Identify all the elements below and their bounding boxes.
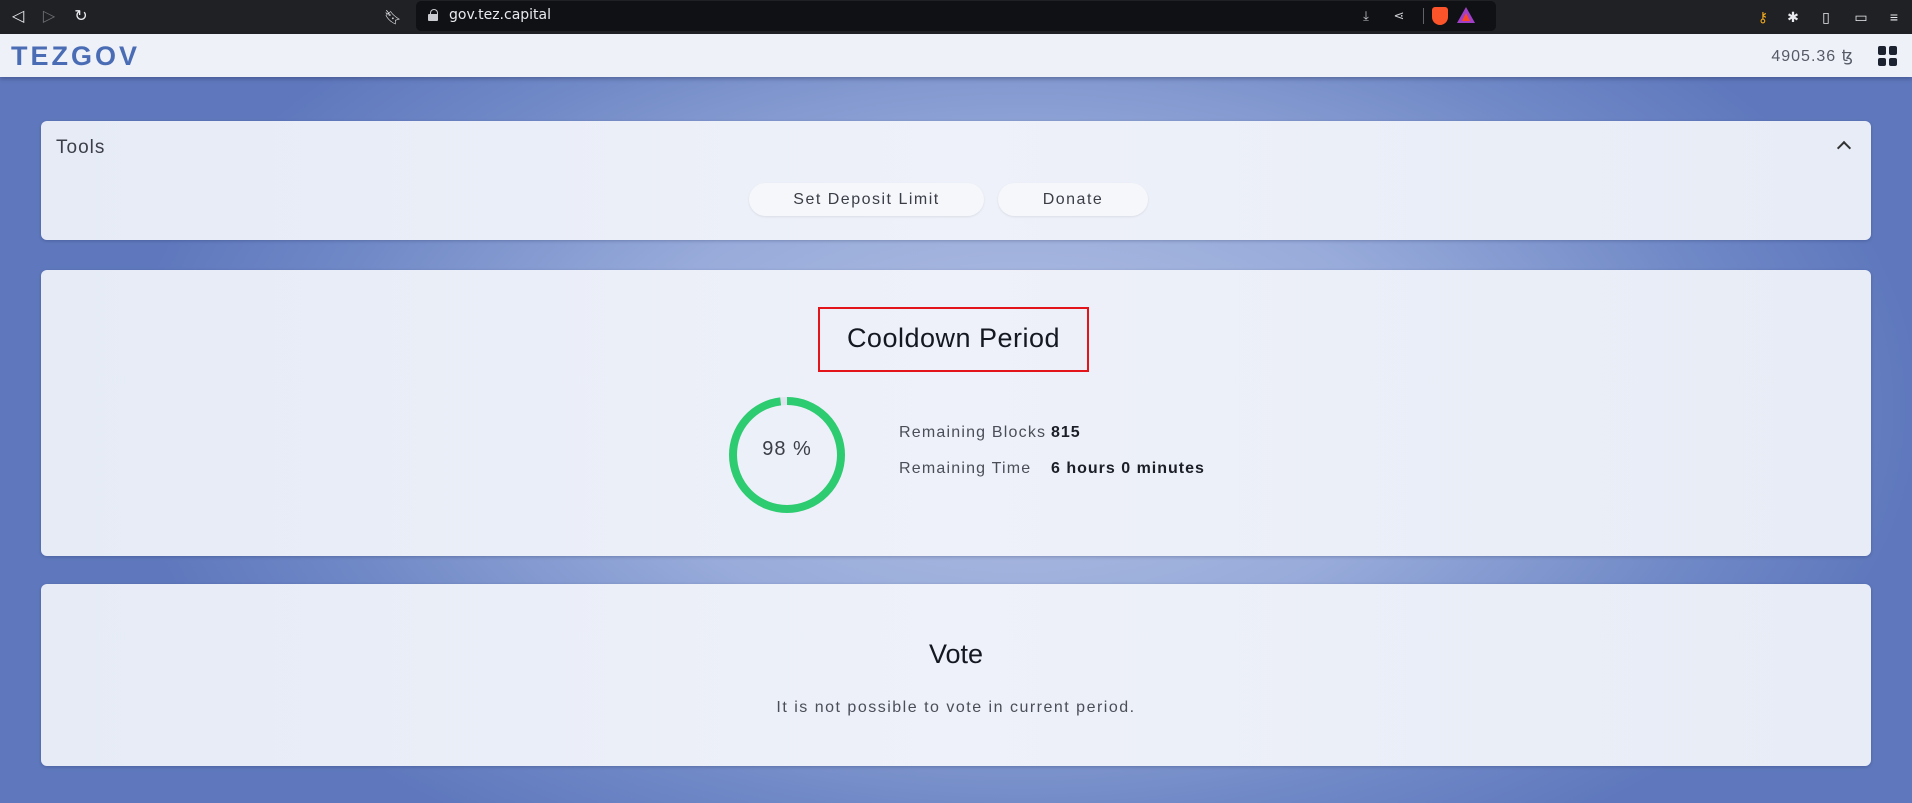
menu-icon[interactable]: ≡ bbox=[1882, 5, 1906, 29]
bookmark-icon[interactable]: 🔖︎ bbox=[381, 5, 405, 29]
remaining-blocks-value: 815 bbox=[1051, 424, 1081, 441]
divider bbox=[1423, 8, 1424, 24]
url-text[interactable]: gov.tez.capital bbox=[449, 7, 551, 23]
remaining-time-label: Remaining Time bbox=[899, 460, 1032, 477]
period-panel: Cooldown Period 98 % Remaining Blocks 81… bbox=[41, 270, 1871, 556]
brave-rewards-icon[interactable] bbox=[1457, 7, 1475, 23]
back-icon[interactable]: ◁ bbox=[6, 5, 30, 29]
period-highlight-box: Cooldown Period bbox=[818, 307, 1089, 372]
wallet-balance: 4905.36 ꜩ bbox=[1771, 48, 1854, 65]
brave-shield-icon[interactable] bbox=[1432, 7, 1448, 25]
collapse-chevron-up-icon[interactable] bbox=[1836, 140, 1852, 156]
progress-percent: 98 % bbox=[762, 438, 812, 460]
tools-title: Tools bbox=[56, 137, 106, 158]
wallet-extension-icon[interactable]: ▭ bbox=[1849, 5, 1873, 29]
key-extension-icon[interactable]: ⚷ bbox=[1751, 5, 1775, 29]
donate-button[interactable]: Donate bbox=[998, 183, 1148, 216]
page-content: Tools Set Deposit Limit Donate Cooldown … bbox=[0, 77, 1912, 803]
vote-panel: Vote It is not possible to vote in curre… bbox=[41, 584, 1871, 766]
sidebar-icon[interactable]: ▯ bbox=[1814, 5, 1838, 29]
wallet-menu-icon[interactable] bbox=[1878, 46, 1898, 66]
vote-title: Vote bbox=[928, 639, 984, 669]
share-icon[interactable]: ⋖ bbox=[1390, 7, 1408, 25]
set-deposit-limit-button[interactable]: Set Deposit Limit bbox=[749, 183, 984, 216]
browser-toolbar: ◁ ▷ ↻ 🔖︎ gov.tez.capital ⤓ ⋖ ⚷ ✱ ▯ ▭ ≡ bbox=[0, 0, 1912, 34]
remaining-blocks-label: Remaining Blocks bbox=[899, 424, 1047, 441]
app-header: TEZGOV 4905.36 ꜩ bbox=[0, 34, 1912, 77]
forward-icon[interactable]: ▷ bbox=[37, 5, 61, 29]
period-title: Cooldown Period bbox=[846, 323, 1061, 353]
app-logo[interactable]: TEZGOV bbox=[11, 41, 140, 72]
extensions-icon[interactable]: ✱ bbox=[1781, 5, 1805, 29]
vote-status-message: It is not possible to vote in current pe… bbox=[776, 699, 1136, 716]
install-icon[interactable]: ⤓ bbox=[1357, 7, 1375, 25]
tools-panel: Tools Set Deposit Limit Donate bbox=[41, 121, 1871, 240]
lock-icon bbox=[428, 9, 438, 21]
reload-icon[interactable]: ↻ bbox=[69, 5, 93, 29]
remaining-time-value: 6 hours 0 minutes bbox=[1051, 460, 1205, 477]
address-bar[interactable]: gov.tez.capital ⤓ ⋖ bbox=[416, 1, 1496, 31]
